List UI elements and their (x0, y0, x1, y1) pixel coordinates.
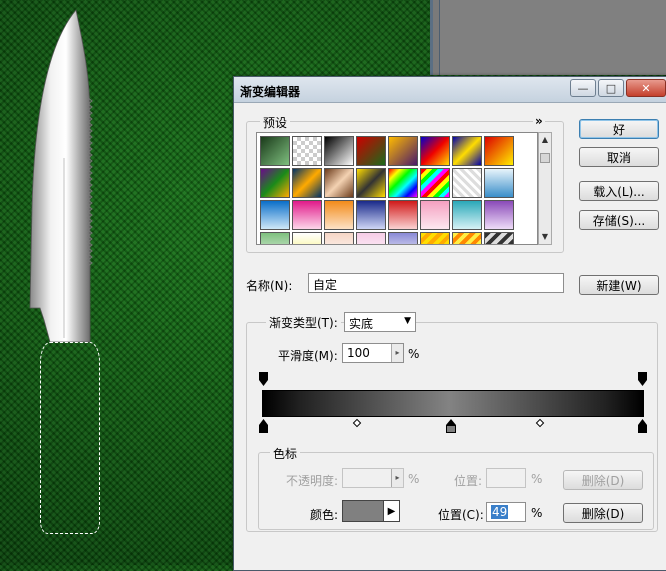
gradient-type-select[interactable]: 实底 ▼ (344, 312, 416, 332)
scroll-up-icon[interactable]: ▲ (539, 134, 551, 146)
preset-swatch[interactable] (260, 168, 290, 198)
presets-scrollbar[interactable]: ▲ ▼ (538, 132, 552, 245)
presets-menu-icon[interactable]: » (533, 114, 545, 128)
preset-swatch[interactable] (292, 136, 322, 166)
preset-swatch[interactable] (292, 232, 322, 244)
opacity-label: 不透明度: (286, 474, 339, 488)
preset-swatch[interactable] (388, 136, 418, 166)
minimize-icon: — (577, 81, 589, 95)
color-stop-left[interactable] (259, 419, 268, 433)
scroll-thumb[interactable] (540, 153, 550, 163)
color-location-label: 位置(C): (438, 508, 484, 522)
close-icon: ✕ (641, 81, 651, 95)
preset-swatch[interactable] (452, 232, 482, 244)
preset-swatch[interactable] (356, 200, 386, 230)
maximize-button[interactable]: □ (598, 79, 624, 97)
color-fill (343, 501, 383, 521)
color-swatch[interactable]: ▶ (342, 500, 400, 522)
opacity-location-label: 位置: (454, 474, 483, 488)
window-controls: — □ ✕ (570, 79, 666, 97)
opacity-unit: % (408, 472, 420, 486)
save-button[interactable]: 存储(S)... (579, 210, 659, 230)
preset-swatch[interactable] (452, 136, 482, 166)
gradient-preview-bar[interactable] (262, 390, 644, 417)
title-bar[interactable]: 渐变编辑器 — □ ✕ (234, 77, 666, 103)
preset-swatch[interactable] (292, 168, 322, 198)
maximize-icon: □ (605, 81, 617, 95)
preset-swatch[interactable] (388, 168, 418, 198)
preset-swatch[interactable] (292, 200, 322, 230)
preset-swatch[interactable] (388, 200, 418, 230)
cancel-button[interactable]: 取消 (579, 147, 659, 167)
opacity-stop-left[interactable] (259, 372, 268, 386)
smoothness-label: 平滑度(M): (278, 349, 338, 363)
color-location-unit: % (531, 506, 543, 520)
smoothness-spin-icon[interactable]: ▸ (391, 344, 403, 362)
preset-swatch[interactable] (420, 232, 450, 244)
gradient-type-label: 渐变类型(T): (266, 314, 341, 331)
preset-swatch[interactable] (484, 200, 514, 230)
name-input[interactable]: 自定 (308, 273, 564, 293)
preset-swatch[interactable] (259, 135, 291, 167)
preset-swatch[interactable] (260, 232, 290, 244)
preset-swatch[interactable] (356, 168, 386, 198)
preset-swatch[interactable] (324, 136, 354, 166)
preset-swatch[interactable] (420, 136, 450, 166)
marquee-selection (40, 342, 100, 534)
preset-grid (259, 135, 515, 244)
chevron-down-icon: ▼ (404, 316, 411, 326)
preset-swatch[interactable] (484, 136, 514, 166)
opacity-input: ▸ (342, 468, 404, 488)
gradient-type-value: 实底 (349, 317, 374, 331)
opacity-location-unit: % (531, 472, 543, 486)
preset-swatch[interactable] (452, 168, 482, 198)
background-panel (430, 0, 666, 75)
color-location-value: 49 (491, 505, 509, 519)
delete-opacity-button[interactable]: 删除(D) (563, 470, 643, 490)
preset-swatch[interactable] (388, 232, 418, 244)
color-arrow-icon[interactable]: ▶ (383, 501, 399, 521)
delete-color-button[interactable]: 删除(D) (563, 503, 643, 523)
preset-swatch[interactable] (356, 232, 386, 244)
preset-swatch[interactable] (484, 232, 514, 244)
opacity-spin-icon: ▸ (391, 469, 403, 487)
preset-swatch[interactable] (260, 200, 290, 230)
smoothness-value: 100 (347, 346, 370, 360)
preset-swatch[interactable] (324, 200, 354, 230)
knife-artwork (29, 9, 93, 343)
ok-button[interactable]: 好 (579, 119, 659, 139)
preset-swatch[interactable] (452, 200, 482, 230)
name-label: 名称(N): (246, 279, 293, 293)
scroll-down-icon[interactable]: ▼ (539, 231, 551, 243)
preset-swatch[interactable] (484, 168, 514, 198)
presets-list[interactable] (256, 132, 538, 245)
color-label: 颜色: (310, 508, 339, 522)
preset-swatch[interactable] (324, 168, 354, 198)
dialog-title: 渐变编辑器 (240, 85, 301, 99)
new-button[interactable]: 新建(W) (579, 275, 659, 295)
preset-swatch[interactable] (324, 232, 354, 244)
minimize-button[interactable]: — (570, 79, 596, 97)
smoothness-unit: % (408, 347, 420, 361)
smoothness-input[interactable]: 100 ▸ (342, 343, 404, 363)
preset-swatch[interactable] (420, 200, 450, 230)
preset-swatch[interactable] (356, 136, 386, 166)
stops-label: 色标 (270, 445, 301, 462)
preset-swatch[interactable] (420, 168, 450, 198)
load-button[interactable]: 载入(L)... (579, 181, 659, 201)
opacity-stop-right[interactable] (638, 372, 647, 386)
color-stop-middle[interactable] (446, 419, 456, 433)
color-stop-right[interactable] (638, 419, 647, 433)
presets-label: 预设 (260, 114, 291, 131)
opacity-location-input (486, 468, 526, 488)
color-location-input[interactable]: 49 (486, 502, 526, 522)
close-button[interactable]: ✕ (626, 79, 666, 97)
